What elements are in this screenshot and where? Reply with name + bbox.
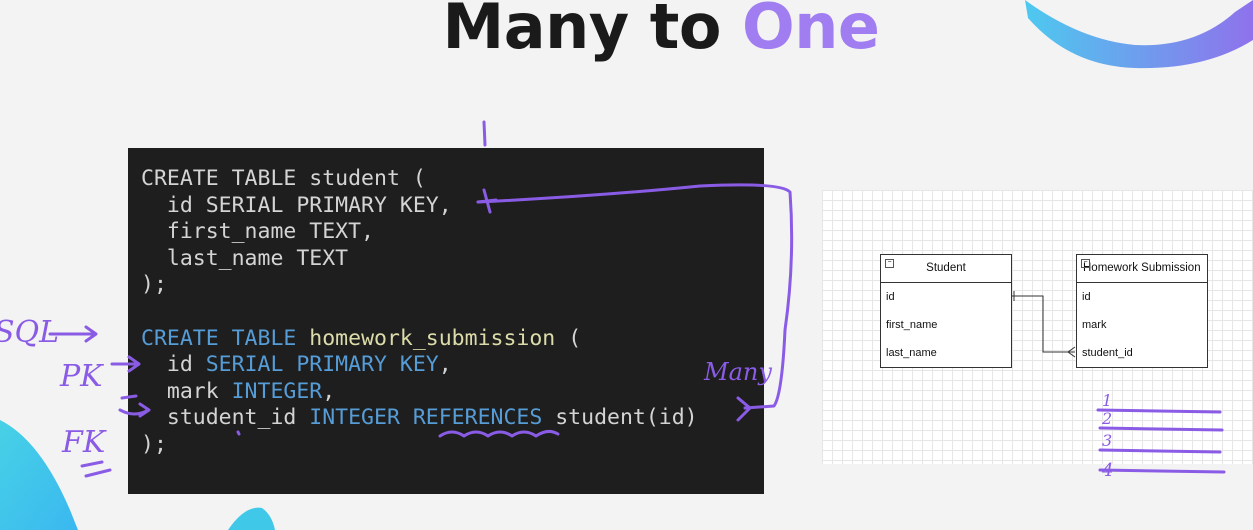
student-entity[interactable]: − Student id first_name last_name	[880, 254, 1012, 368]
code-line-1: CREATE TABLE student (	[141, 166, 426, 191]
bottom-left-blob-shape	[0, 420, 78, 530]
student-entity-header: − Student	[881, 255, 1011, 283]
code-line-7: CREATE TABLE homework_submission (	[141, 325, 582, 351]
student-field-last-name: last_name	[886, 347, 937, 359]
code-line-4: last_name TEXT	[141, 245, 349, 271]
homework-field-mark: mark	[1082, 319, 1107, 331]
title-accent: One	[742, 0, 880, 63]
code-line-11: );	[141, 431, 167, 457]
many-marker	[1067, 346, 1076, 358]
code-line-9: mark INTEGER,	[141, 378, 336, 404]
code-line-10: student_id INTEGER REFERENCES student(id…	[141, 405, 698, 431]
student-field-first-name: first_name	[886, 319, 938, 331]
homework-field-student-id: student_id	[1082, 347, 1133, 359]
sql-code: CREATE TABLE student ( id SERIAL PRIMARY…	[141, 166, 698, 459]
homework-entity-name: Homework Submission	[1083, 262, 1201, 274]
bottom-blob-shape	[228, 507, 275, 530]
collapse-icon[interactable]: −	[1081, 259, 1090, 268]
homework-entity[interactable]: − Homework Submission id mark student_id	[1076, 254, 1208, 368]
er-diagram: − Student id first_name last_name − Home…	[822, 190, 1253, 464]
code-line-8: id SERIAL PRIMARY KEY,	[141, 352, 452, 378]
collapse-icon[interactable]: −	[885, 259, 894, 268]
student-field-id: id	[886, 291, 895, 303]
page-title: Many to One	[0, 0, 1253, 63]
homework-field-id: id	[1082, 291, 1091, 303]
code-line-2: id SERIAL PRIMARY KEY,	[141, 192, 452, 218]
code-line-3: first_name TEXT,	[141, 219, 374, 245]
title-main: Many to	[442, 0, 743, 63]
homework-entity-header: − Homework Submission	[1077, 255, 1207, 283]
student-entity-name: Student	[926, 262, 966, 274]
code-block: CREATE TABLE student ( id SERIAL PRIMARY…	[128, 148, 764, 494]
code-line-5: );	[141, 272, 167, 298]
